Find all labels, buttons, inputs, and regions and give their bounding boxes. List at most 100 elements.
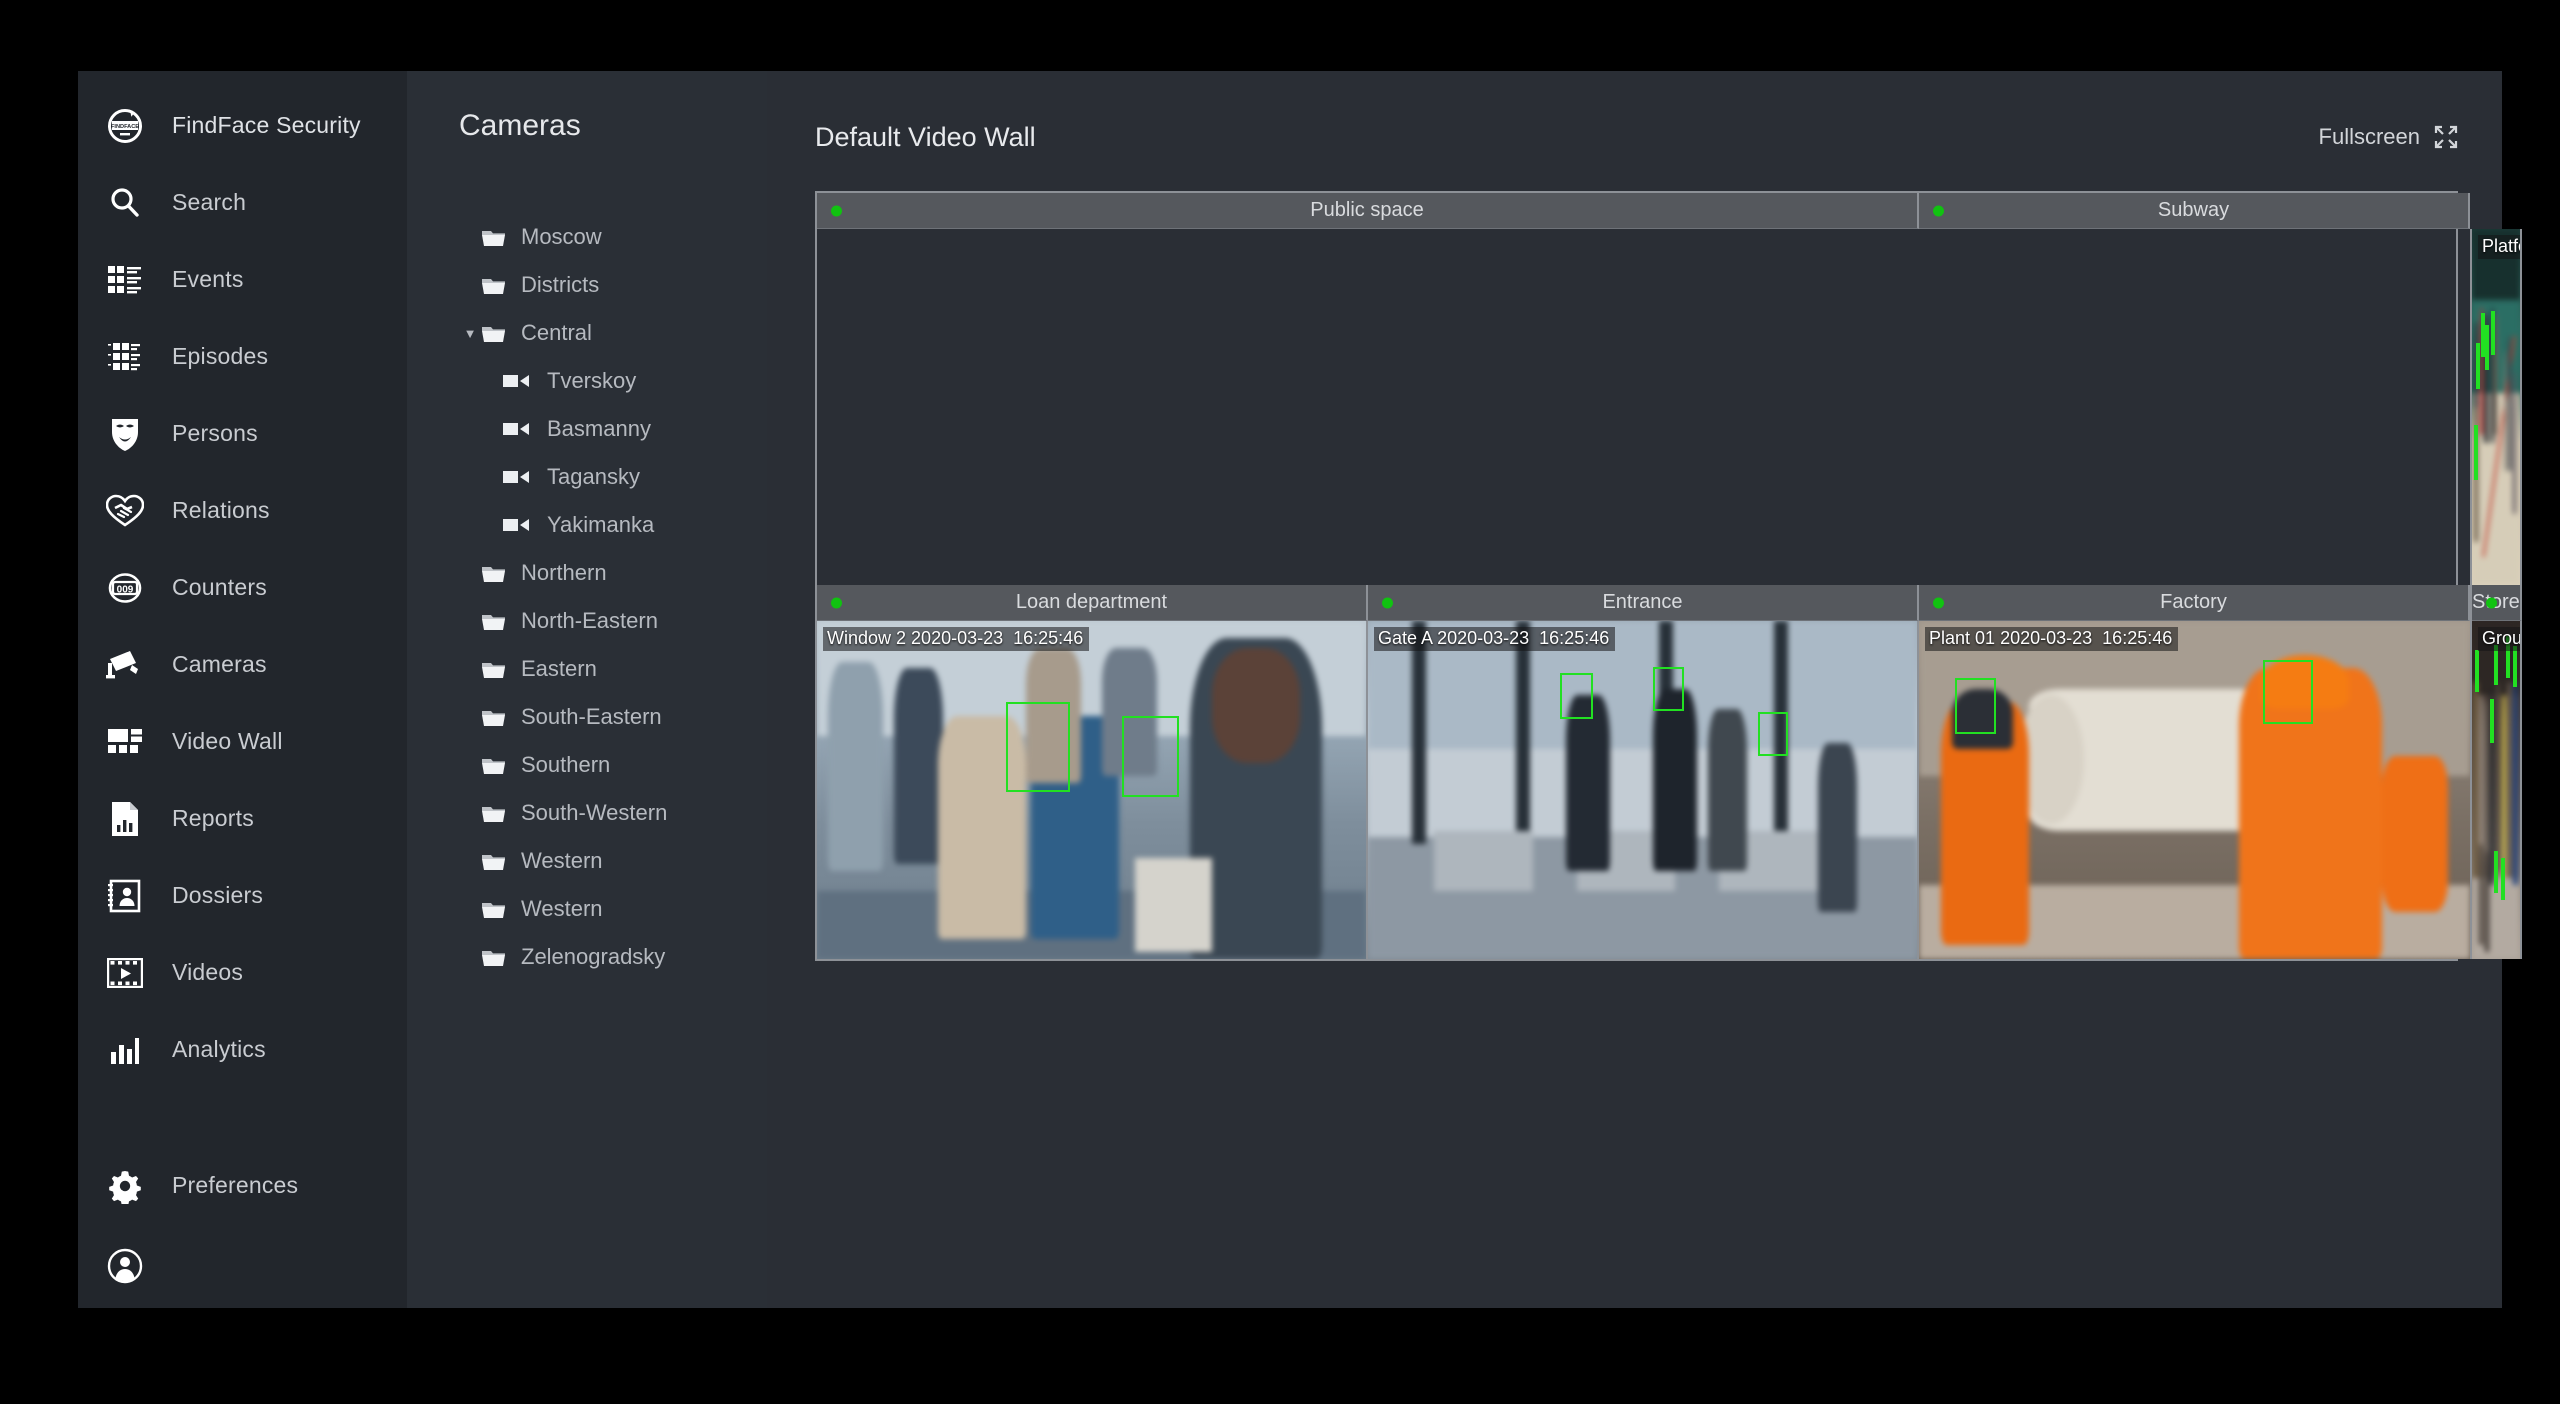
face-detection-box — [2489, 698, 2494, 743]
account-circle-icon — [102, 1243, 148, 1289]
videos-film-icon — [102, 950, 148, 996]
video-panel-subway[interactable]: Platform 1 2020-03-23 16:25:46 — [2472, 229, 2522, 585]
tree-node-yakimanka[interactable]: Yakimanka — [459, 501, 767, 549]
face-detection-box — [2485, 325, 2490, 370]
tree-node-districts[interactable]: Districts — [459, 261, 767, 309]
sidebar-item-relations[interactable]: Relations — [78, 472, 407, 549]
video-feed-subway[interactable]: Platform 1 2020-03-23 16:25:46 — [2472, 229, 2520, 585]
sidebar-item-label: Dossiers — [172, 882, 264, 908]
video-timestamp-overlay: Window 2 2020-03-23 16:25:46 — [823, 627, 1090, 651]
video-feed-loan-department[interactable]: Window 2 2020-03-23 16:25:46 — [817, 621, 1366, 959]
tree-node-label: Southern — [521, 752, 611, 777]
panel-header-entrance[interactable]: Entrance — [1368, 585, 1919, 621]
face-detection-box — [2491, 310, 2496, 356]
video-frame — [1919, 621, 2470, 959]
video-timestamp-overlay: Gate A 2020-03-23 16:25:46 — [1374, 627, 1616, 651]
tree-node-zelenogradsky[interactable]: Zelenogradsky — [459, 933, 767, 981]
panel-header-factory[interactable]: Factory — [1919, 585, 2470, 621]
fullscreen-button[interactable]: Fullscreen — [2319, 124, 2458, 150]
sidebar-item-analytics[interactable]: Analytics — [78, 1011, 407, 1088]
sidebar-item-counters[interactable]: 009 Counters — [78, 549, 407, 626]
tree-node-label: Basmanny — [547, 416, 651, 441]
video-frame — [1368, 621, 1917, 959]
tree-node-western-1[interactable]: Western — [459, 837, 767, 885]
sidebar-item-preferences[interactable]: Preferences — [78, 1147, 407, 1224]
tree-node-label: Tverskoy — [547, 368, 637, 393]
sidebar-item-label: Counters — [172, 574, 267, 600]
tree-node-basmanny[interactable]: Basmanny — [459, 405, 767, 453]
face-detection-box — [2513, 646, 2518, 687]
sidebar-item-label: Search — [172, 189, 247, 215]
tree-node-south-western[interactable]: South-Western — [459, 789, 767, 837]
tree-node-label: Western — [521, 848, 603, 873]
tree-node-tagansky[interactable]: Tagansky — [459, 453, 767, 501]
tree-node-label: Western — [521, 896, 603, 921]
sidebar-item-episodes[interactable]: Episodes — [78, 318, 407, 395]
video-panel-store[interactable]: Ground floor 2019-04-23 17:13:20 — [2472, 621, 2522, 959]
tree-node-south-eastern[interactable]: South-Eastern — [459, 693, 767, 741]
camera-node-icon — [503, 373, 531, 389]
sidebar-item-video-wall[interactable]: Video Wall — [78, 703, 407, 780]
tree-node-western-2[interactable]: Western — [459, 885, 767, 933]
panel-header-store[interactable]: Store — [2472, 585, 2522, 621]
tree-node-tverskoy[interactable]: Tverskoy — [459, 357, 767, 405]
video-wall-header: Default Video Wall Fullscreen — [815, 107, 2458, 167]
sidebar-item-videos[interactable]: Videos — [78, 934, 407, 1011]
tree-node-north-eastern[interactable]: North-Eastern — [459, 597, 767, 645]
camera-tree-list: Moscow Districts ▼ Central Tverskoy Basm… — [459, 213, 767, 981]
tree-node-eastern[interactable]: Eastern — [459, 645, 767, 693]
episodes-icon — [102, 334, 148, 380]
video-panel-loan-department[interactable]: Window 2 2020-03-23 16:25:46 — [817, 621, 1368, 959]
panel-title: Factory — [2160, 591, 2227, 613]
video-panel-factory[interactable]: Plant 01 2020-03-23 16:25:46 — [1919, 621, 2470, 959]
video-timestamp-overlay: Platform 1 2020-03-23 16:25:46 — [2478, 235, 2520, 259]
dossiers-icon — [102, 873, 148, 919]
face-detection-box — [2474, 424, 2479, 480]
camera-node-icon — [503, 421, 531, 437]
panel-header-subway[interactable]: Subway — [1919, 193, 2470, 229]
sidebar-item-label: Reports — [172, 805, 254, 831]
face-detection-box — [1006, 702, 1070, 792]
tree-node-southern[interactable]: Southern — [459, 741, 767, 789]
panel-header-public-space[interactable]: Public space — [817, 193, 1919, 229]
video-feed-entrance[interactable]: Gate A 2020-03-23 16:25:46 — [1368, 621, 1917, 959]
video-feed-store[interactable]: Ground floor 2019-04-23 17:13:20 — [2472, 621, 2520, 959]
status-indicator — [1933, 597, 1944, 608]
sidebar-item-cameras[interactable]: Cameras — [78, 626, 407, 703]
video-frame — [2472, 229, 2520, 585]
folder-icon — [481, 227, 507, 247]
sidebar-item-persons[interactable]: Persons — [78, 395, 407, 472]
sidebar-item-search[interactable]: Search — [78, 164, 407, 241]
events-icon — [102, 257, 148, 303]
video-wall-main: Default Video Wall Fullscreen Public spa… — [767, 71, 2522, 1308]
tree-node-northern[interactable]: Northern — [459, 549, 767, 597]
sidebar-item-label: Relations — [172, 497, 270, 523]
camera-tree-panel: Cameras Moscow Districts ▼ Central Tvers… — [407, 71, 767, 1308]
tree-node-moscow[interactable]: Moscow — [459, 213, 767, 261]
svg-text:FINDFACE: FINDFACE — [111, 124, 139, 130]
tree-node-label: Districts — [521, 272, 600, 297]
face-detection-box — [1121, 715, 1180, 797]
sidebar-item-dossiers[interactable]: Dossiers — [78, 857, 407, 934]
tree-node-label: Northern — [521, 560, 607, 585]
fullscreen-label: Fullscreen — [2318, 124, 2420, 149]
counters-icon: 009 — [102, 565, 148, 611]
face-detection-box — [2501, 857, 2506, 900]
tree-node-label: Central — [521, 320, 592, 345]
video-panel-entrance[interactable]: Gate A 2020-03-23 16:25:46 — [1368, 621, 1919, 959]
sidebar-item-account[interactable] — [78, 1224, 407, 1308]
video-feed-factory[interactable]: Plant 01 2020-03-23 16:25:46 — [1919, 621, 2470, 959]
sidebar-item-reports[interactable]: Reports — [78, 780, 407, 857]
chevron-down-icon[interactable]: ▼ — [459, 326, 481, 341]
video-frame — [817, 621, 1366, 959]
sidebar-item-events[interactable]: Events — [78, 241, 407, 318]
persons-mask-icon — [102, 411, 148, 457]
panel-title: Entrance — [1602, 591, 1683, 613]
panel-title: Loan department — [1015, 591, 1168, 613]
sidebar-item-brand[interactable]: FINDFACE FindFace Security — [78, 87, 407, 164]
panel-header-loan-department[interactable]: Loan department — [817, 585, 1368, 621]
camera-node-icon — [503, 517, 531, 533]
tree-node-central[interactable]: ▼ Central — [459, 309, 767, 357]
folder-icon — [481, 323, 507, 343]
